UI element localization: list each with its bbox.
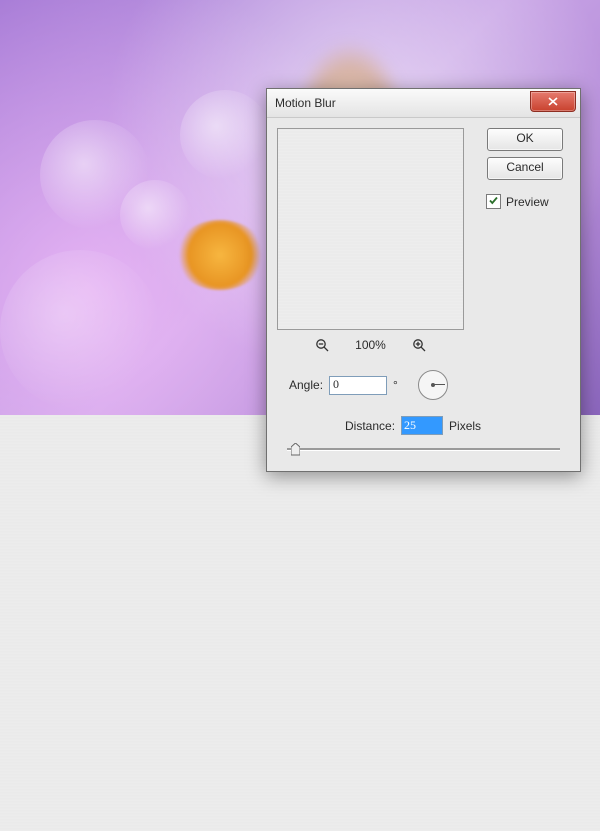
preview-checkbox[interactable] (486, 194, 501, 209)
angle-input[interactable]: 0 (329, 376, 387, 395)
dialog-body: 100% OK Cancel (267, 118, 580, 471)
dialog-titlebar[interactable]: Motion Blur (267, 89, 580, 118)
slider-thumb[interactable] (291, 443, 300, 456)
motion-blur-dialog: Motion Blur (266, 88, 581, 472)
preview-texture (278, 129, 463, 329)
cancel-button[interactable]: Cancel (487, 157, 563, 180)
slider-track (287, 448, 560, 451)
distance-unit: Pixels (449, 419, 481, 433)
dialog-title: Motion Blur (275, 96, 336, 110)
preview-area[interactable] (277, 128, 464, 330)
close-icon (548, 97, 558, 106)
angle-label: Angle: (289, 378, 323, 392)
close-button[interactable] (530, 91, 576, 112)
angle-dial[interactable] (418, 370, 448, 400)
flower-glow (175, 220, 265, 290)
distance-slider[interactable] (287, 441, 560, 457)
bokeh-circle (0, 250, 160, 410)
check-icon (488, 195, 499, 209)
distance-label: Distance: (345, 419, 395, 433)
bokeh-circle (180, 90, 270, 180)
zoom-in-icon[interactable] (412, 338, 426, 352)
angle-unit: ° (393, 378, 398, 392)
ok-button[interactable]: OK (487, 128, 563, 151)
zoom-out-icon[interactable] (315, 338, 329, 352)
zoom-level: 100% (355, 338, 386, 352)
distance-value: 25 (402, 417, 442, 434)
preview-label: Preview (506, 195, 549, 209)
canvas-texture (0, 415, 600, 831)
distance-input[interactable]: 25 (401, 416, 443, 435)
